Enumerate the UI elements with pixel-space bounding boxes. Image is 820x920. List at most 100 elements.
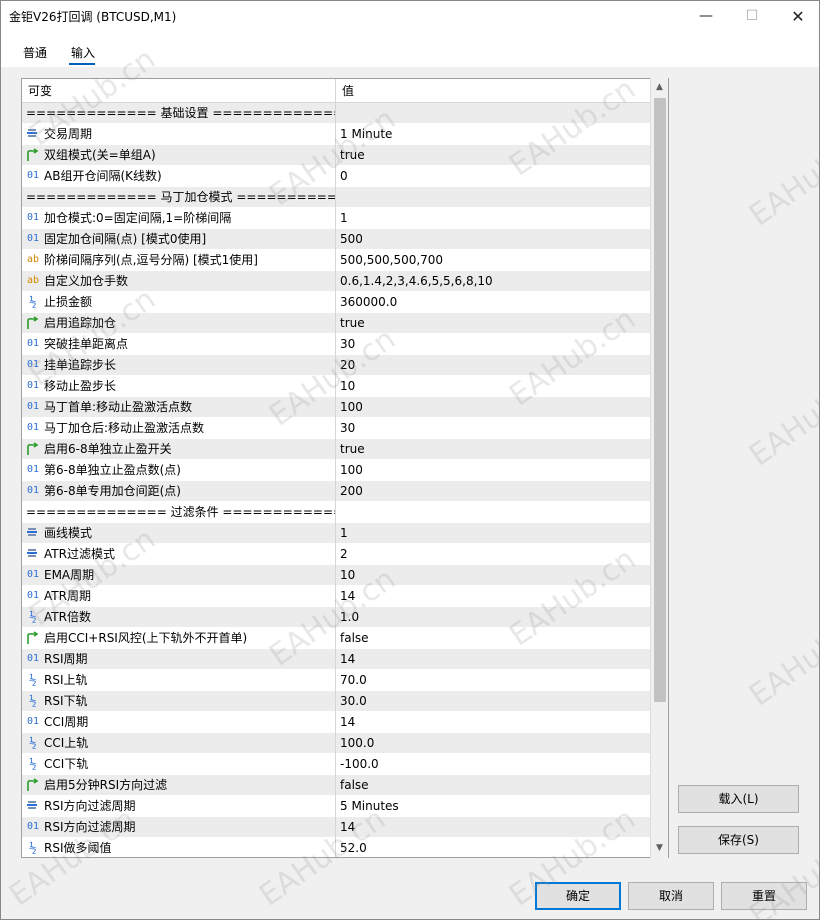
parameter-row[interactable]: ½ RSI上轨 70.0 <box>22 670 652 691</box>
parameter-value[interactable]: 5 Minutes <box>336 796 652 817</box>
parameter-row[interactable]: 01 移动止盈步长 10 <box>22 376 652 397</box>
parameter-value[interactable]: 2 <box>336 544 652 565</box>
parameter-row[interactable]: 01 ATR周期 14 <box>22 586 652 607</box>
parameter-row[interactable]: 启用追踪加仓 true <box>22 313 652 334</box>
section-separator-row[interactable]: ============= 马丁加仓模式 ============ <box>22 187 652 208</box>
column-header-variable[interactable]: 可变 <box>22 79 336 103</box>
parameter-row[interactable]: 01 第6-8单独立止盈点数(点) 100 <box>22 460 652 481</box>
parameter-row[interactable]: 01 马丁加仓后:移动止盈激活点数 30 <box>22 418 652 439</box>
parameter-value[interactable]: 14 <box>336 586 652 607</box>
parameter-row[interactable]: 01 RSI方向过滤周期 14 <box>22 817 652 838</box>
cancel-button[interactable]: 取消 <box>628 882 714 910</box>
parameter-name-text: 交易周期 <box>44 127 93 141</box>
parameter-value[interactable]: 1 <box>336 208 652 229</box>
parameter-row[interactable]: ½ CCI上轨 100.0 <box>22 733 652 754</box>
parameter-value[interactable]: -100.0 <box>336 754 652 775</box>
parameter-value[interactable]: 500 <box>336 229 652 250</box>
parameter-value[interactable]: 0.6,1.4,2,3,4.6,5,5,6,8,10 <box>336 271 652 292</box>
parameter-name-text: 马丁加仓后:移动止盈激活点数 <box>44 421 205 435</box>
parameter-value[interactable]: 70.0 <box>336 670 652 691</box>
parameter-row[interactable]: 启用5分钟RSI方向过滤 false <box>22 775 652 796</box>
parameter-row[interactable]: 01 第6-8单专用加仓间距(点) 200 <box>22 481 652 502</box>
column-header-value[interactable]: 值 <box>336 79 652 103</box>
parameter-value[interactable]: 30 <box>336 418 652 439</box>
parameter-row[interactable]: 交易周期 1 Minute <box>22 124 652 145</box>
parameter-value[interactable]: true <box>336 313 652 334</box>
parameter-row[interactable]: 01 马丁首单:移动止盈激活点数 100 <box>22 397 652 418</box>
parameter-value[interactable] <box>336 103 652 124</box>
parameter-row[interactable]: 01 挂单追踪步长 20 <box>22 355 652 376</box>
parameter-row[interactable]: ab 自定义加仓手数 0.6,1.4,2,3,4.6,5,5,6,8,10 <box>22 271 652 292</box>
parameter-value[interactable]: 100 <box>336 397 652 418</box>
parameter-row[interactable]: RSI方向过滤周期 5 Minutes <box>22 796 652 817</box>
tab-input[interactable]: 输入 <box>71 44 95 61</box>
active-tab-indicator <box>69 63 95 65</box>
parameter-value[interactable]: 10 <box>336 565 652 586</box>
close-button[interactable]: ✕ <box>775 1 820 31</box>
scroll-down-icon[interactable]: ▼ <box>651 840 668 857</box>
parameter-row[interactable]: 双组模式(关=单组A) true <box>22 145 652 166</box>
parameter-value[interactable]: 0 <box>336 166 652 187</box>
parameter-value[interactable]: false <box>336 628 652 649</box>
parameter-name-text: ============= 马丁加仓模式 ============ <box>26 190 336 204</box>
parameter-value[interactable]: 100.0 <box>336 733 652 754</box>
parameter-row[interactable]: ½ RSI下轨 30.0 <box>22 691 652 712</box>
parameter-value[interactable]: 14 <box>336 817 652 838</box>
ok-button[interactable]: 确定 <box>535 882 621 910</box>
parameter-value[interactable]: 30.0 <box>336 691 652 712</box>
scroll-up-icon[interactable]: ▲ <box>651 79 668 96</box>
save-button[interactable]: 保存(S) <box>678 826 799 854</box>
parameter-name-text: 阶梯间隔序列(点,逗号分隔) [模式1使用] <box>44 253 258 267</box>
parameter-row[interactable]: 01 加仓模式:0=固定间隔,1=阶梯间隔 1 <box>22 208 652 229</box>
parameter-row[interactable]: 01 固定加仓间隔(点) [模式0使用] 500 <box>22 229 652 250</box>
parameter-value[interactable]: 52.0 <box>336 838 652 857</box>
parameter-value[interactable]: true <box>336 145 652 166</box>
tab-general[interactable]: 普通 <box>23 44 47 61</box>
load-button[interactable]: 载入(L) <box>678 785 799 813</box>
parameter-row[interactable]: 启用CCI+RSI风控(上下轨外不开首单) false <box>22 628 652 649</box>
parameter-row[interactable]: 01 AB组开仓间隔(K线数) 0 <box>22 166 652 187</box>
parameter-value[interactable]: 14 <box>336 712 652 733</box>
reset-button[interactable]: 重置 <box>721 882 807 910</box>
section-separator-row[interactable]: ============== 过滤条件 =============== <box>22 502 652 523</box>
grid-rows: ============= 基础设置 =============== 交易周期 1 … <box>22 103 652 857</box>
parameter-value[interactable] <box>336 187 652 208</box>
minimize-button[interactable]: — <box>683 1 729 31</box>
parameter-value[interactable]: 200 <box>336 481 652 502</box>
parameter-name: RSI方向过滤周期 <box>22 817 336 838</box>
parameter-name: 止损金额 <box>22 292 336 313</box>
parameter-value[interactable] <box>336 502 652 523</box>
parameter-value[interactable]: 1 <box>336 523 652 544</box>
parameter-row[interactable]: ½ 止损金额 360000.0 <box>22 292 652 313</box>
parameter-row[interactable]: 01 突破挂单距离点 30 <box>22 334 652 355</box>
section-separator-row[interactable]: ============= 基础设置 =============== <box>22 103 652 124</box>
parameter-row[interactable]: ½ RSI做多阈值 52.0 <box>22 838 652 857</box>
parameter-value[interactable]: 100 <box>336 460 652 481</box>
parameter-value[interactable]: 500,500,500,700 <box>336 250 652 271</box>
parameter-value[interactable]: 1 Minute <box>336 124 652 145</box>
tab-bar: 普通 输入 <box>1 31 819 67</box>
parameter-value[interactable]: true <box>336 439 652 460</box>
parameter-value[interactable]: 20 <box>336 355 652 376</box>
window-title: 金钜V26打回调 (BTCUSD,M1) <box>9 10 177 24</box>
parameter-value[interactable]: 14 <box>336 649 652 670</box>
parameter-row[interactable]: 画线模式 1 <box>22 523 652 544</box>
parameter-name-text: 画线模式 <box>44 526 93 540</box>
parameter-name: 启用6-8单独立止盈开关 <box>22 439 336 460</box>
parameter-row[interactable]: 启用6-8单独立止盈开关 true <box>22 439 652 460</box>
parameter-value[interactable]: 360000.0 <box>336 292 652 313</box>
parameter-row[interactable]: 01 CCI周期 14 <box>22 712 652 733</box>
parameter-value[interactable]: 30 <box>336 334 652 355</box>
vertical-scrollbar[interactable]: ▲ ▼ <box>650 78 668 858</box>
parameter-row[interactable]: ATR过滤模式 2 <box>22 544 652 565</box>
parameter-row[interactable]: 01 EMA周期 10 <box>22 565 652 586</box>
parameter-value[interactable]: 1.0 <box>336 607 652 628</box>
parameter-row[interactable]: ½ CCI下轨 -100.0 <box>22 754 652 775</box>
parameter-row[interactable]: 01 RSI周期 14 <box>22 649 652 670</box>
scroll-thumb[interactable] <box>654 98 666 702</box>
parameter-row[interactable]: ab 阶梯间隔序列(点,逗号分隔) [模式1使用] 500,500,500,700 <box>22 250 652 271</box>
parameter-row[interactable]: ½ ATR倍数 1.0 <box>22 607 652 628</box>
parameter-value[interactable]: 10 <box>336 376 652 397</box>
parameter-value[interactable]: false <box>336 775 652 796</box>
maximize-button[interactable]: ☐ <box>729 1 775 31</box>
